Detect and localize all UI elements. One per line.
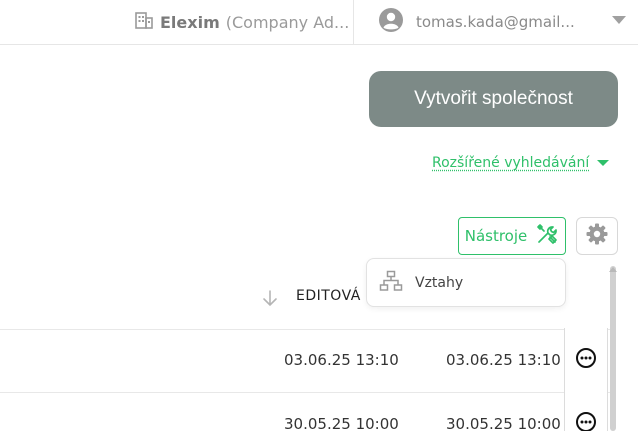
row-actions-button[interactable]: [564, 392, 608, 431]
header-divider: [353, 0, 354, 44]
tools-dropdown: Vztahy: [366, 258, 566, 307]
cell-created: 30.05.25 10:00: [284, 415, 399, 431]
building-icon: [134, 10, 154, 34]
create-company-button[interactable]: Vytvořit společnost: [369, 71, 618, 127]
user-menu[interactable]: tomas.kada@gmail...: [378, 0, 575, 44]
more-options-icon: [575, 411, 597, 431]
settings-button[interactable]: [576, 217, 618, 255]
row-divider: [0, 329, 610, 330]
top-bar: Elexim (Company Ad... tomas.kada@gmail..…: [0, 0, 638, 45]
cell-edited: 30.05.25 10:00: [446, 415, 561, 431]
more-options-icon: [575, 347, 597, 373]
advanced-search-label: Rozšířené vyhledávání: [432, 155, 590, 171]
relations-menu-item[interactable]: Vztahy: [415, 275, 463, 291]
cell-created: 03.06.25 13:10: [284, 351, 399, 369]
scrollbar-thumb[interactable]: [610, 266, 616, 431]
row-divider: [0, 392, 610, 393]
tools-label: Nástroje: [464, 227, 528, 245]
sort-arrow-down-icon[interactable]: [262, 289, 278, 311]
tools-icon: [535, 222, 559, 250]
caret-down-icon: [597, 160, 610, 166]
company-name: Elexim: [160, 12, 220, 32]
row-actions-button[interactable]: [564, 328, 608, 392]
avatar-icon: [378, 7, 404, 37]
chevron-down-icon[interactable]: [612, 16, 626, 24]
user-email: tomas.kada@gmail...: [416, 13, 575, 31]
tools-button[interactable]: Nástroje: [458, 217, 566, 255]
hierarchy-icon: [379, 270, 403, 296]
advanced-search-toggle[interactable]: Rozšířené vyhledávání: [432, 152, 610, 174]
company-switcher[interactable]: Elexim (Company Ad...: [134, 0, 349, 44]
column-header-edited[interactable]: EDITOVÁ: [296, 288, 361, 304]
scroll-up-arrow[interactable]: [609, 267, 617, 272]
gear-icon: [585, 222, 609, 250]
company-role: (Company Ad...: [225, 12, 350, 32]
cell-edited: 03.06.25 13:10: [446, 351, 561, 369]
